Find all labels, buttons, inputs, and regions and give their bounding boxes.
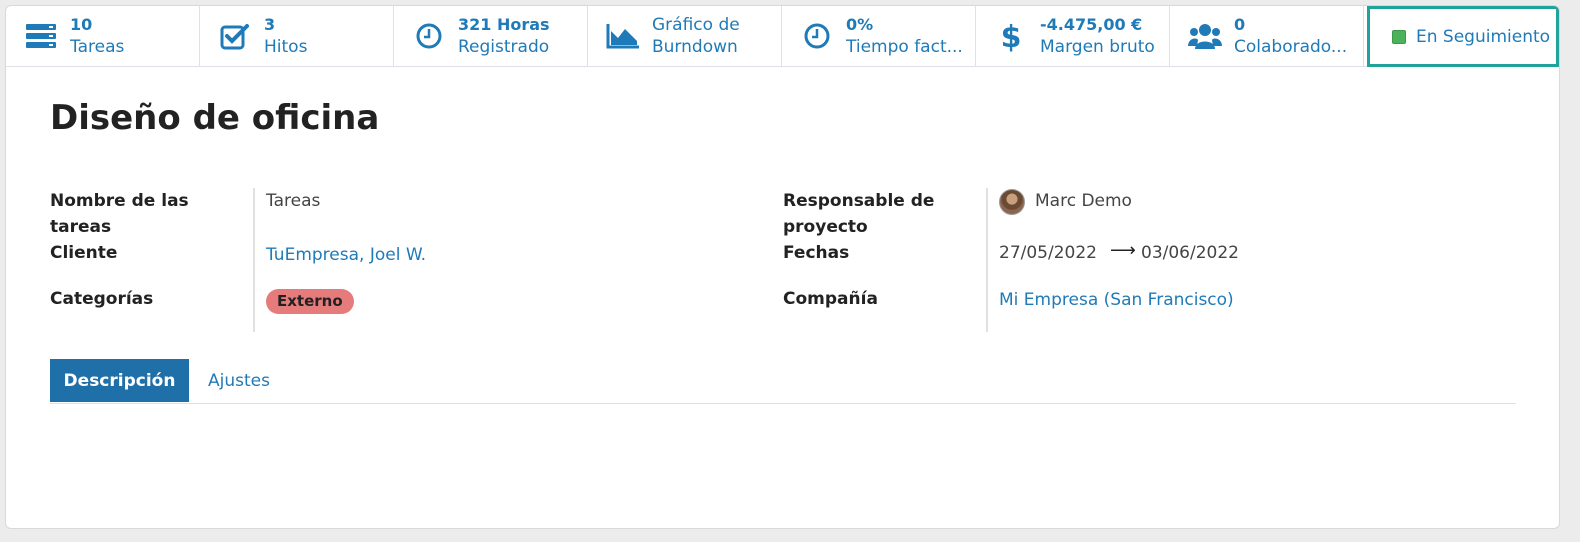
smart-buttons-bar: 10 Tareas 3 Hitos 321 Horas Registrado G…	[6, 6, 1559, 67]
smart-button-tasks[interactable]: 10 Tareas	[6, 6, 200, 66]
company-label: Compañía	[783, 289, 878, 309]
clock-icon	[412, 19, 446, 53]
manager-label: Responsable de proyecto	[783, 188, 934, 240]
burndown-label-line2: Burndown	[652, 37, 738, 57]
tabs-divider	[50, 403, 1516, 404]
tags-label: Categorías	[50, 289, 154, 309]
svg-text:$: $	[1001, 20, 1022, 53]
smart-button-collaborators[interactable]: 0 Colaborado...	[1170, 6, 1364, 66]
smart-button-gross-margin[interactable]: $ -4.475,00 € Margen bruto	[976, 6, 1170, 66]
project-form: 10 Tareas 3 Hitos 321 Horas Registrado G…	[5, 5, 1560, 529]
task-name-field[interactable]: Tareas	[266, 188, 320, 214]
task-name-label-line2: tareas	[50, 217, 112, 237]
hours-recorded-label: Registrado	[458, 37, 550, 57]
date-start-field[interactable]: 27/05/2022	[999, 240, 1097, 266]
smart-button-milestones[interactable]: 3 Hitos	[200, 6, 394, 66]
collaborators-count: 0	[1234, 15, 1246, 34]
task-name-label-line1: Nombre de las	[50, 191, 189, 211]
milestones-count: 3	[264, 15, 276, 34]
tab-settings[interactable]: Ajustes	[190, 359, 288, 402]
billable-time-label: Tiempo fact...	[846, 37, 963, 57]
company-field[interactable]: Mi Empresa (San Francisco)	[999, 287, 1234, 313]
status-button[interactable]: En Seguimiento	[1367, 6, 1559, 67]
tag-badge[interactable]: Externo	[266, 289, 354, 314]
date-end-field[interactable]: 03/06/2022	[1141, 240, 1239, 266]
tasks-label: Tareas	[70, 37, 125, 57]
burndown-label-line1: Gráfico de	[652, 15, 740, 35]
smart-button-burndown[interactable]: Gráfico de Burndown	[588, 6, 782, 66]
date-range-arrow-icon: ⟶	[1110, 240, 1136, 261]
smart-button-timesheets[interactable]: 321 Horas Registrado	[394, 6, 588, 66]
tab-description[interactable]: Descripción	[50, 359, 189, 402]
gross-margin-label: Margen bruto	[1040, 37, 1155, 57]
manager-field[interactable]: Marc Demo	[1035, 188, 1132, 214]
status-label: En Seguimiento	[1416, 26, 1551, 47]
collaborators-label: Colaborado...	[1234, 37, 1348, 57]
tasks-count: 10	[70, 15, 93, 34]
status-indicator	[1392, 29, 1406, 44]
right-field-separator	[986, 188, 988, 332]
avatar	[999, 189, 1025, 215]
milestones-label: Hitos	[264, 37, 308, 57]
milestones-icon	[218, 19, 252, 53]
page-title[interactable]: Diseño de oficina	[50, 98, 379, 138]
users-icon	[1188, 19, 1222, 53]
manager-label-line1: Responsable de	[783, 191, 935, 211]
manager-label-line2: proyecto	[783, 217, 868, 237]
dates-label: Fechas	[783, 243, 850, 263]
dollar-icon: $	[994, 19, 1028, 53]
billable-time-value: 0%	[846, 15, 874, 34]
customer-field[interactable]: TuEmpresa, Joel W.	[266, 242, 426, 268]
smart-button-billable-time[interactable]: 0% Tiempo fact...	[782, 6, 976, 66]
left-field-separator	[253, 188, 255, 332]
tasks-icon	[24, 19, 58, 53]
customer-label: Cliente	[50, 243, 118, 263]
hours-recorded-value: 321 Horas	[458, 15, 550, 34]
task-name-label: Nombre de las tareas	[50, 188, 189, 240]
clock-icon	[800, 19, 834, 53]
gross-margin-value: -4.475,00 €	[1040, 15, 1143, 34]
burndown-chart-icon	[606, 19, 640, 53]
